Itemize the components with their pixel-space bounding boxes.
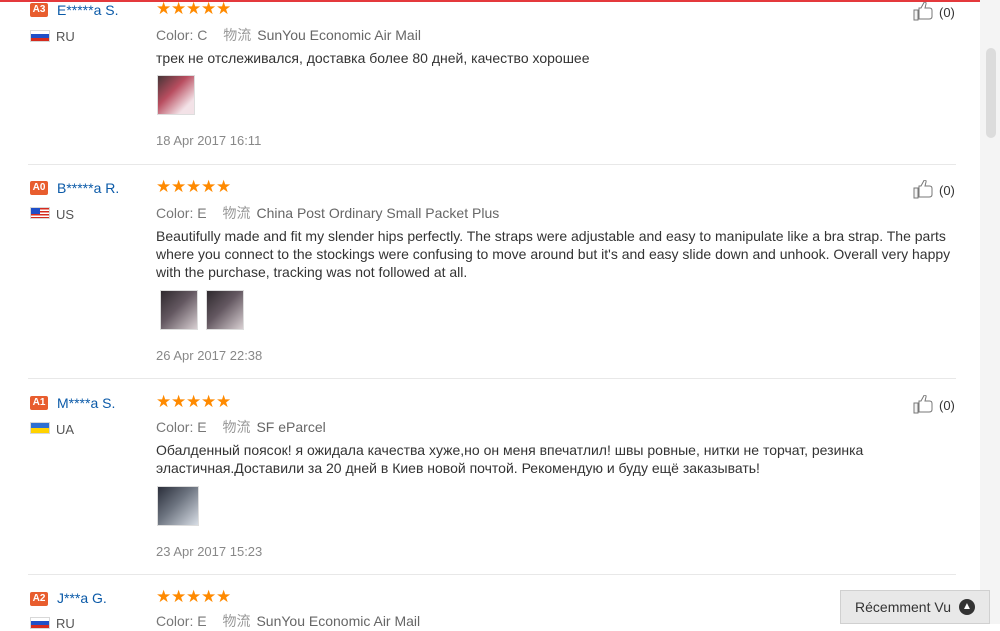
buyer-level-badge: A0 [30, 181, 48, 195]
star-icon: ★ [186, 587, 202, 606]
reviewer-name[interactable]: B*****a R. [57, 180, 119, 196]
star-icon: ★ [171, 0, 187, 18]
star-icon: ★ [156, 0, 172, 18]
thumbs-up-icon[interactable] [913, 395, 937, 415]
star-icon: ★ [201, 177, 217, 196]
product-color: Color: E [156, 613, 207, 629]
star-icon: ★ [186, 177, 202, 196]
review-text: Beautifully made and fit my slender hips… [156, 228, 951, 280]
shipping-label: 物流 [222, 419, 251, 435]
reviewer-country: RU [56, 29, 75, 44]
rating-stars: ★ ★ ★ ★ ★ [156, 587, 232, 606]
star-icon: ★ [171, 392, 187, 411]
helpful-vote[interactable]: (0) [913, 2, 955, 22]
buyer-level-badge: A2 [30, 592, 48, 606]
product-color: Color: E [156, 419, 207, 435]
shipping-method: SunYou Economic Air Mail [257, 27, 421, 43]
star-icon: ★ [156, 392, 172, 411]
helpful-vote[interactable]: (0) [913, 395, 955, 415]
review-photo[interactable] [157, 75, 195, 115]
scrollbar-thumb[interactable] [986, 48, 996, 138]
review-photo[interactable] [157, 486, 199, 526]
shipping-label: 物流 [222, 205, 251, 221]
star-icon: ★ [171, 587, 187, 606]
reviewer-name[interactable]: J***a G. [57, 590, 107, 606]
country-flag-ru [30, 617, 50, 629]
review-divider [28, 378, 956, 379]
helpful-vote[interactable]: (0) [913, 180, 955, 200]
reviewer-country: UA [56, 422, 75, 437]
country-flag-ru [30, 30, 50, 42]
shipping-label: 物流 [222, 613, 251, 629]
review-item: A0 B*****a R. US ★ ★ ★ ★ ★ Color: E 物流 Ch… [0, 178, 980, 379]
rating-stars: ★ ★ ★ ★ ★ [156, 177, 232, 196]
review-meta: Color: C 物流 SunYou Economic Air Mail [156, 25, 421, 45]
country-flag-us [30, 207, 50, 219]
rating-stars: ★ ★ ★ ★ ★ [156, 392, 232, 411]
star-icon: ★ [186, 0, 202, 18]
star-icon: ★ [201, 587, 217, 606]
helpful-count: (0) [939, 182, 955, 198]
review-text: Обалденный поясок! я ожидала качества ху… [156, 442, 864, 476]
star-icon: ★ [171, 177, 187, 196]
reviewer-name[interactable]: E*****a S. [57, 2, 118, 18]
country-flag-ua [30, 422, 50, 434]
star-icon: ★ [156, 587, 172, 606]
helpful-count: (0) [939, 4, 955, 20]
shipping-method: China Post Ordinary Small Packet Plus [256, 205, 500, 221]
thumbs-up-icon[interactable] [913, 2, 937, 22]
page-scrollbar[interactable] [980, 0, 1000, 624]
reviewer-country: US [56, 207, 75, 222]
review-meta: Color: E 物流 China Post Ordinary Small Pac… [156, 203, 499, 223]
buyer-level-badge: A1 [30, 396, 48, 410]
thumbs-up-icon[interactable] [913, 180, 937, 200]
star-icon: ★ [201, 392, 217, 411]
review-divider [28, 574, 956, 575]
star-icon: ★ [216, 0, 232, 18]
buyer-level-badge: A3 [30, 3, 48, 17]
review-item: A2 J***a G. RU ★ ★ ★ ★ ★ Color: E 物流 SunY… [0, 587, 980, 631]
star-icon: ★ [201, 0, 217, 18]
review-photo[interactable] [160, 290, 198, 330]
product-color: Color: E [156, 205, 207, 221]
review-text: трек не отслеживался, доставка более 80 … [156, 50, 590, 66]
star-icon: ★ [216, 392, 232, 411]
star-icon: ★ [216, 587, 232, 606]
chevron-up-icon: ▲ [958, 599, 975, 615]
star-icon: ★ [216, 177, 232, 196]
product-color: Color: C [156, 27, 208, 43]
review-photo[interactable] [206, 290, 244, 330]
review-item: A3 E*****a S. RU ★ ★ ★ ★ ★ Color: C 物流 Su… [0, 0, 980, 165]
review-divider [28, 164, 956, 165]
recently-viewed-label: Récemment Vu [855, 599, 951, 615]
review-date: 18 Apr 2017 16:11 [156, 133, 262, 148]
recently-viewed-button[interactable]: Récemment Vu ▲ [840, 590, 990, 624]
review-item: A1 M****a S. UA ★ ★ ★ ★ ★ Color: E 物流 SF … [0, 392, 980, 575]
rating-stars: ★ ★ ★ ★ ★ [156, 0, 232, 18]
review-meta: Color: E 物流 SF eParcel [156, 417, 326, 437]
shipping-label: 物流 [223, 27, 252, 43]
review-date: 26 Apr 2017 22:38 [156, 348, 263, 363]
star-icon: ★ [156, 177, 172, 196]
helpful-count: (0) [939, 397, 955, 413]
star-icon: ★ [186, 392, 202, 411]
reviewer-name[interactable]: M****a S. [57, 395, 115, 411]
shipping-method: SunYou Economic Air Mail [256, 613, 421, 629]
review-meta: Color: E 物流 SunYou Economic Air Mail [156, 611, 420, 631]
review-date: 23 Apr 2017 15:23 [156, 544, 263, 559]
shipping-method: SF eParcel [256, 419, 326, 435]
